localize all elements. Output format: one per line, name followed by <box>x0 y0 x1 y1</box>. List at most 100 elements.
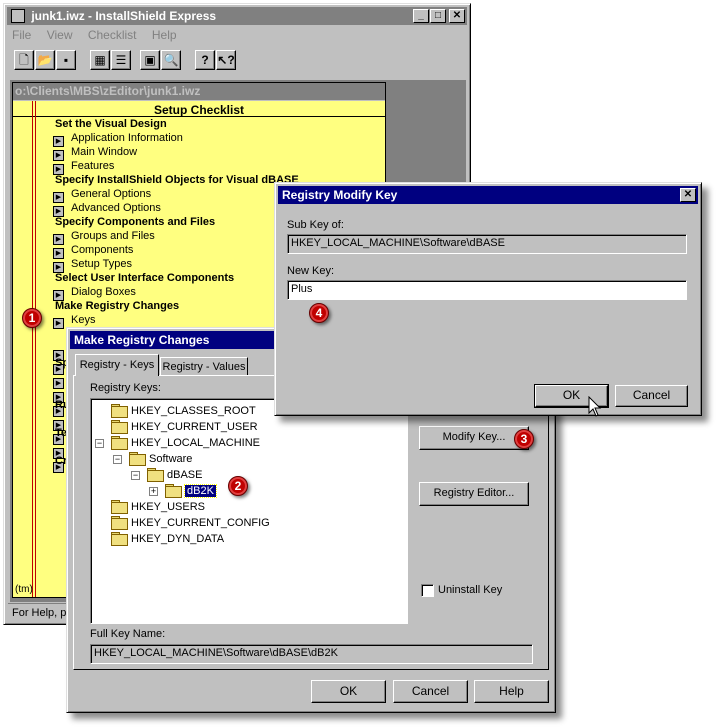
folder-icon <box>111 532 128 546</box>
menu-checklist[interactable]: Checklist <box>88 28 137 42</box>
checklist-item[interactable]: ▶ Setup Types <box>53 257 132 273</box>
callout-3: 3 <box>514 429 534 449</box>
tab-registry-keys[interactable]: Registry - Keys <box>75 354 159 376</box>
checklist-label: Application Information <box>71 132 183 144</box>
checklist-label: Advanced Options <box>71 202 161 214</box>
uninstall-key-label: Uninstall Key <box>438 584 503 596</box>
newkey-label: New Key: <box>287 265 335 277</box>
checklist-label: Components <box>71 244 134 256</box>
registry-tree[interactable]: HKEY_CLASSES_ROOT HKEY_CURRENT_USER − HKEY_… <box>90 398 408 624</box>
modify-dialog-title-bar[interactable]: Registry Modify Key ✕ <box>278 186 698 204</box>
save-icon[interactable]: ▪ <box>56 50 76 70</box>
tree-node-label: HKEY_LOCAL_MACHINE <box>131 437 260 449</box>
registry-ok-label: OK <box>339 684 358 698</box>
checklist-label: Setup Types <box>71 258 132 270</box>
checklist-arrow-icon[interactable]: ▶ <box>53 318 64 329</box>
tree-node-label: Software <box>149 453 193 465</box>
expand-icon[interactable]: + <box>149 487 158 496</box>
path-bar: o:\Clients\MBS\zEditor\junk1.iwz <box>13 83 385 100</box>
checklist-item[interactable]: ▶ Application Information <box>53 131 183 147</box>
checklist-item[interactable]: ▶ Keys <box>53 313 96 329</box>
folder-icon <box>111 516 128 530</box>
checklist-label: Select User Interface Components <box>55 272 235 284</box>
folder-icon <box>111 436 128 450</box>
grid-icon[interactable]: ▦ <box>90 50 110 70</box>
collapse-icon[interactable]: − <box>95 439 104 448</box>
folder-icon <box>147 468 164 482</box>
open-icon[interactable]: 📂 <box>35 50 55 70</box>
tree-node-label: dB2K <box>184 484 217 498</box>
status-text: For Help, pr <box>12 607 71 619</box>
menu-bar: File View Checklist Help <box>12 28 177 44</box>
collapse-icon[interactable]: − <box>113 455 122 464</box>
checklist-item[interactable]: ▶ Features <box>53 159 115 175</box>
tree-node[interactable]: HKEY_CLASSES_ROOT <box>111 403 256 419</box>
tree-node[interactable]: HKEY_CURRENT_CONFIG <box>111 515 270 531</box>
tree-node[interactable]: Software <box>129 451 192 467</box>
registry-cancel-button[interactable]: Cancel <box>393 680 468 703</box>
checklist-title: Setup Checklist <box>13 103 385 117</box>
registry-help-button[interactable]: Help <box>474 680 549 703</box>
mouse-cursor-icon <box>588 396 602 417</box>
folder-icon <box>111 500 128 514</box>
context-help-icon[interactable]: ↖? <box>216 50 236 70</box>
disk-icon[interactable]: ▣ <box>140 50 160 70</box>
checklist-item[interactable]: ▶ Dialog Boxes <box>53 285 136 301</box>
minimize-button[interactable]: _ <box>413 9 429 23</box>
folder-icon <box>129 452 146 466</box>
newkey-input[interactable]: Plus <box>287 280 687 300</box>
registry-editor-button[interactable]: Registry Editor... <box>419 482 529 506</box>
left-margin-line <box>32 101 33 597</box>
tree-node-label: dBASE <box>167 469 203 481</box>
tree-node-label: HKEY_DYN_DATA <box>131 533 225 545</box>
subkey-field: HKEY_LOCAL_MACHINE\Software\dBASE <box>287 234 687 254</box>
preview-icon[interactable]: 🔍 <box>161 50 181 70</box>
collapse-icon[interactable]: − <box>131 471 140 480</box>
list-icon[interactable]: ☰ <box>111 50 131 70</box>
checklist-item[interactable]: ▶ General Options <box>53 187 151 203</box>
tree-node[interactable]: HKEY_LOCAL_MACHINE <box>111 435 260 451</box>
tab-registry-values[interactable]: Registry - Values <box>160 357 248 376</box>
menu-file[interactable]: File <box>12 28 31 42</box>
maximize-button[interactable]: □ <box>430 9 446 23</box>
registry-dialog-title: Make Registry Changes <box>74 333 210 347</box>
modify-dialog-title: Registry Modify Key <box>282 188 398 202</box>
modify-cancel-label: Cancel <box>632 388 671 402</box>
modify-key-button[interactable]: Modify Key... <box>419 426 529 450</box>
main-window-title: junk1.iwz - InstallShield Express <box>31 9 217 23</box>
tree-node[interactable]: dBASE <box>147 467 202 483</box>
checklist-item[interactable]: ▶ Main Window <box>53 145 137 161</box>
checklist-item[interactable]: ▶ Advanced Options <box>53 201 161 217</box>
tree-node-label: HKEY_USERS <box>131 501 205 513</box>
checklist-heading: Make Registry Changes <box>55 299 179 313</box>
checklist-label: Groups and Files <box>71 230 155 242</box>
checklist-label: Make Registry Changes <box>55 300 180 312</box>
checklist-label: Set the Visual Design <box>55 118 167 130</box>
close-button[interactable]: ✕ <box>449 9 465 23</box>
checklist-label: Features <box>71 160 115 172</box>
help-icon[interactable]: ? <box>195 50 215 70</box>
checklist-arrow-icon[interactable]: ▶ <box>53 378 64 389</box>
registry-ok-button[interactable]: OK <box>311 680 386 703</box>
menu-view[interactable]: View <box>47 28 73 42</box>
menu-help[interactable]: Help <box>152 28 177 42</box>
modify-dialog-close-button[interactable]: ✕ <box>680 188 696 202</box>
tm-label: (tm) <box>15 584 33 595</box>
tree-node[interactable]: dB2K <box>165 483 217 499</box>
full-key-name-field: HKEY_LOCAL_MACHINE\Software\dBASE\dB2K <box>90 644 533 664</box>
tree-node[interactable]: HKEY_USERS <box>111 499 205 515</box>
main-title-bar[interactable]: junk1.iwz - InstallShield Express _ □ ✕ <box>7 7 467 25</box>
checklist-label: Keys <box>71 314 96 326</box>
callout-1: 1 <box>22 308 42 328</box>
new-icon[interactable]: 🗋 <box>14 50 34 70</box>
checklist-label: Dialog Boxes <box>71 286 136 298</box>
checklist-item[interactable]: ▶ Groups and Files <box>53 229 155 245</box>
uninstall-key-checkbox[interactable] <box>421 584 434 597</box>
callout-4: 4 <box>309 303 329 323</box>
tree-node[interactable]: HKEY_CURRENT_USER <box>111 419 258 435</box>
registry-help-label: Help <box>499 684 524 698</box>
registry-cancel-label: Cancel <box>411 684 450 698</box>
checklist-item[interactable]: ▶ Components <box>53 243 134 259</box>
modify-cancel-button[interactable]: Cancel <box>615 385 688 407</box>
tree-node[interactable]: HKEY_DYN_DATA <box>111 531 224 547</box>
